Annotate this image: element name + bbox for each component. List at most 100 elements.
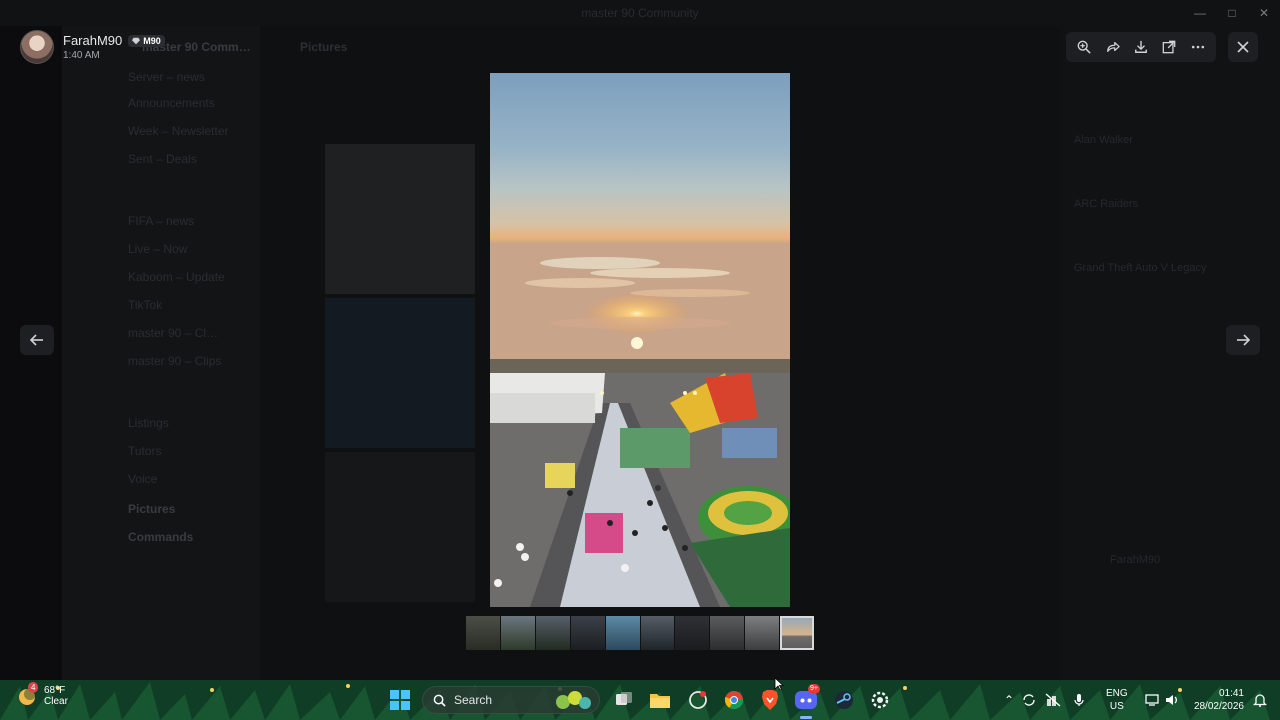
file-explorer-button[interactable] — [646, 686, 674, 714]
thumbnail[interactable] — [640, 616, 675, 650]
arrow-right-icon — [1237, 334, 1250, 346]
tray-overflow-icon[interactable]: ⌃ — [1000, 693, 1018, 707]
search-highlight-icon — [556, 691, 591, 709]
gear-icon — [871, 691, 889, 709]
display-icon — [1142, 694, 1162, 706]
download-icon — [1135, 40, 1147, 53]
chat-image[interactable] — [325, 452, 475, 602]
notifications-button[interactable] — [1246, 686, 1274, 714]
more-icon — [1191, 45, 1204, 49]
steelseries-button[interactable] — [866, 686, 894, 714]
language-code: ENG — [1106, 688, 1128, 699]
forward-button[interactable] — [1101, 35, 1125, 59]
channel-item[interactable]: Live – Now — [128, 242, 187, 256]
chat-image[interactable] — [325, 298, 475, 448]
taskbar-search[interactable]: Search — [422, 686, 600, 714]
window-title: master 90 Community — [581, 6, 699, 20]
badge-label: M90 — [143, 35, 161, 46]
channel-list: master 90 Comm… Server – news Announceme… — [62, 26, 260, 680]
open-in-browser-button[interactable] — [1157, 35, 1181, 59]
channel-item[interactable]: Week – Newsletter — [128, 124, 228, 138]
window-close-button[interactable]: ✕ — [1248, 0, 1280, 26]
volume-icon — [1162, 694, 1182, 706]
quick-settings[interactable] — [1142, 680, 1182, 720]
channel-item[interactable]: TikTok — [128, 298, 162, 312]
start-button[interactable] — [386, 686, 414, 714]
more-options-button[interactable] — [1186, 35, 1210, 59]
app-circle-icon — [689, 691, 707, 709]
weather-temperature: 68°F — [44, 685, 66, 696]
search-icon — [433, 694, 446, 707]
gem-icon — [132, 37, 141, 44]
discord-button[interactable]: 9+ — [792, 684, 820, 719]
task-view-button[interactable] — [610, 686, 638, 714]
steam-icon — [835, 691, 853, 709]
system-tray: ⌃ — [1000, 680, 1092, 720]
channel-item[interactable]: FIFA – news — [128, 214, 194, 228]
channel-item[interactable]: Kaboom – Update — [128, 270, 225, 284]
channel-item[interactable]: Server – news — [128, 70, 205, 84]
zoom-in-icon — [1077, 40, 1091, 54]
uploader-info: FarahM90 M90 1:40 AM — [20, 30, 165, 64]
thumbnail[interactable] — [605, 616, 640, 650]
network-off-icon[interactable] — [1040, 693, 1066, 707]
viewer-toolbar — [1066, 32, 1216, 62]
microphone-icon[interactable] — [1066, 693, 1092, 707]
thumbnail[interactable] — [535, 616, 570, 650]
chat-image[interactable] — [325, 144, 475, 294]
thumbnail[interactable] — [710, 616, 745, 650]
region-code: US — [1109, 701, 1124, 712]
member-item[interactable]: Grand Theft Auto V Legacy — [1074, 262, 1207, 274]
close-icon — [1237, 41, 1249, 53]
avatar[interactable] — [20, 30, 54, 64]
chrome-button[interactable] — [720, 686, 748, 714]
window-controls: — □ ✕ — [1184, 0, 1280, 26]
thumbnail[interactable] — [570, 616, 605, 650]
clock[interactable]: 01:41 28/02/2026 — [1186, 687, 1244, 713]
zoom-in-button[interactable] — [1072, 35, 1096, 59]
previous-image-button[interactable] — [20, 325, 54, 355]
channel-item[interactable]: Announcements — [128, 96, 215, 110]
sunset-fairground-photo — [490, 73, 790, 607]
member-item[interactable]: ARC Raiders — [1074, 198, 1138, 210]
brave-lion-icon — [762, 690, 778, 710]
channel-item[interactable]: master 90 – Clips — [128, 354, 221, 368]
uploader-name[interactable]: FarahM90 — [63, 33, 122, 48]
mouse-cursor — [774, 677, 784, 691]
steam-button[interactable] — [830, 686, 858, 714]
input-language[interactable]: ENG US — [1106, 687, 1128, 713]
clock-time: 01:41 — [1218, 688, 1244, 699]
weather-condition: Clear — [44, 696, 68, 707]
thumbnail[interactable] — [466, 616, 500, 650]
thumbnail[interactable] — [675, 616, 710, 650]
channel-item[interactable]: Sent – Deals — [128, 152, 197, 166]
channel-item[interactable]: Listings — [128, 416, 169, 430]
weather-widget[interactable]: 4 68°F Clear — [16, 682, 68, 707]
channel-item[interactable]: Pictures — [128, 502, 175, 516]
download-button[interactable] — [1129, 35, 1153, 59]
maximize-button[interactable]: □ — [1216, 0, 1248, 26]
thumbnail-active[interactable] — [780, 616, 815, 650]
member-item[interactable]: FarahM90 — [1110, 554, 1160, 566]
close-viewer-button[interactable] — [1228, 32, 1258, 62]
screen: master 90 Community — □ ✕ master 90 Comm… — [0, 0, 1280, 720]
thumbnail-strip — [466, 616, 815, 650]
channel-item[interactable]: Tutors — [128, 444, 162, 458]
channel-item[interactable]: Commands — [128, 530, 193, 544]
bell-icon — [1253, 694, 1267, 707]
channel-item[interactable]: master 90 – Cl… — [128, 326, 218, 340]
server-tag-badge: M90 — [128, 34, 165, 47]
thumbnail[interactable] — [500, 616, 535, 650]
thumbnail[interactable] — [745, 616, 780, 650]
sync-icon[interactable] — [1018, 693, 1040, 707]
app-shortcut-button[interactable] — [684, 686, 712, 714]
active-indicator — [800, 716, 812, 719]
title-bar: master 90 Community — □ ✕ — [0, 0, 1280, 26]
channel-item[interactable]: Voice — [128, 472, 157, 486]
member-item[interactable]: Alan Walker — [1074, 134, 1133, 146]
main-photo[interactable] — [490, 73, 790, 607]
minimize-button[interactable]: — — [1184, 0, 1216, 26]
open-external-icon — [1163, 40, 1176, 54]
next-image-button[interactable] — [1226, 325, 1260, 355]
channel-header: Pictures — [300, 40, 348, 54]
